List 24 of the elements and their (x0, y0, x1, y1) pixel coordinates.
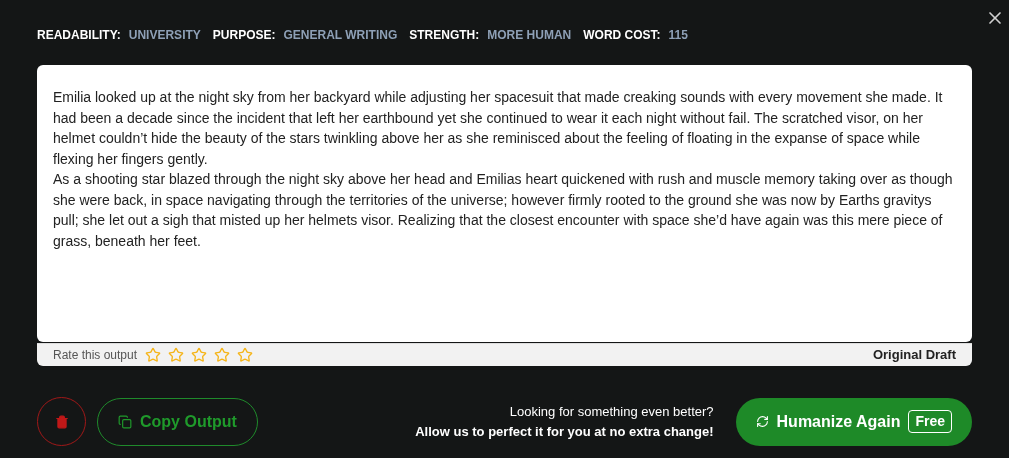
stat-value: GENERAL WRITING (283, 27, 398, 44)
star-icon[interactable] (214, 347, 231, 363)
humanize-again-button[interactable]: Humanize Again Free (735, 397, 972, 446)
copy-icon (118, 414, 132, 429)
promo-text: Allow us to perfect it for you at no extra change! (415, 422, 714, 441)
stat-label: PURPOSE: (212, 27, 276, 44)
star-icon[interactable] (145, 347, 162, 363)
rating-label: Rate this output (53, 347, 138, 364)
version-label: Original Draft (872, 346, 956, 365)
promo-text: Looking for something even better? (509, 402, 714, 421)
stat-value: UNIVERSITY (128, 27, 201, 44)
free-badge: Free (908, 410, 952, 433)
stat-value: MORE HUMAN (487, 27, 572, 44)
stat-label: READABILITY: (37, 27, 121, 44)
output-paragraph: As a shooting star blazed through the night sky above her head and Emilias heart quickened with rush and muscle memory taking over as though she were back, in space navigating through the territories of the universe; however firmly rooted to the ground she was now by Earths gravitys pull; she let out a sigh that misted up her helmets visor. Realizing that the closest encounter with space she’d have again was this mere piece of grass, beneath her feet. (53, 170, 954, 251)
refresh-icon (755, 415, 769, 428)
star-icon[interactable] (191, 347, 208, 363)
output-paragraph: Emilia looked up at the night sky from her backyard while adjusting her spacesuit that made creaking sounds with every movement she made. It had been a decade since the incident that left her earthbound yet she continued to wear it each night without fail. The scratched visor, on her helmet couldn’t hide the beauty of the stars twinkling above her as she reminisced about the feeling of floating in the expanse of space while flexing her fingers gently. (53, 88, 944, 169)
stat-value: 115 (668, 27, 688, 44)
star-icon[interactable] (168, 347, 185, 363)
stat-label: STRENGTH: (409, 27, 480, 44)
trash-icon (54, 414, 69, 429)
stat-label: WORD COST: (583, 27, 661, 44)
star-icon[interactable] (237, 347, 254, 363)
